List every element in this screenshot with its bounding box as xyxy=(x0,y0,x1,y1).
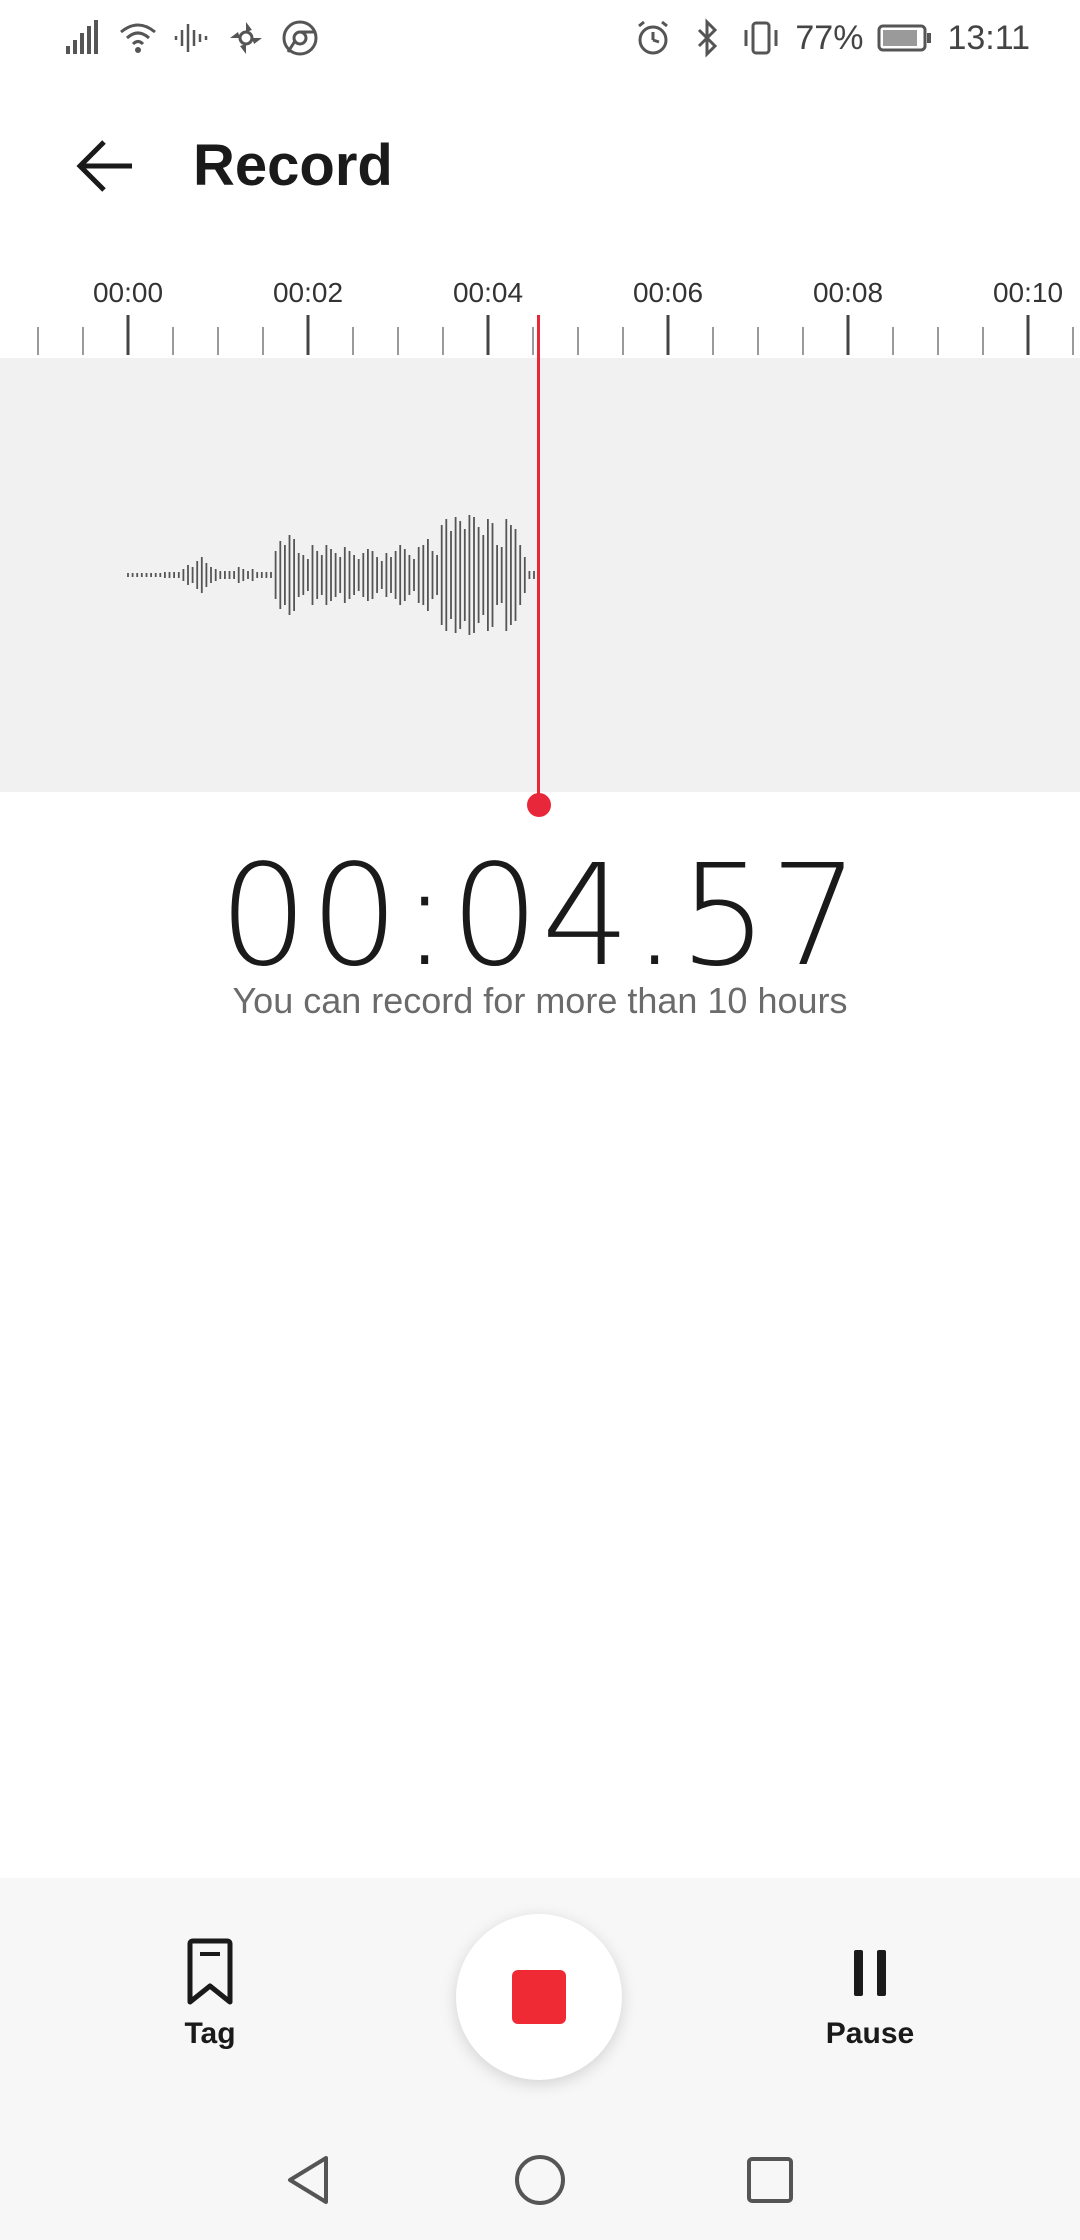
battery-icon xyxy=(877,18,933,58)
vibrate-icon xyxy=(741,18,781,58)
nav-recents-button[interactable] xyxy=(740,2150,800,2210)
fan-icon xyxy=(226,18,266,58)
stop-button[interactable] xyxy=(456,1914,622,2080)
playhead-line[interactable] xyxy=(537,315,540,805)
alarm-icon xyxy=(633,18,673,58)
waveform-area xyxy=(0,358,1080,792)
chrome-icon xyxy=(280,18,320,58)
nav-recents-icon xyxy=(740,2157,800,2214)
tag-label: Tag xyxy=(184,2017,236,2050)
status-bar: 77% 13:11 xyxy=(0,0,1080,80)
ruler-ticks xyxy=(37,315,1074,355)
recording-hint: You can record for more than 10 hours xyxy=(232,980,848,1021)
system-nav-bar xyxy=(0,2130,1080,2230)
tag-button[interactable]: Tag xyxy=(150,1938,270,2051)
page-title: Record xyxy=(193,133,393,198)
nav-home-icon xyxy=(510,2155,570,2214)
pause-button[interactable]: Pause xyxy=(810,1938,930,2051)
pause-label: Pause xyxy=(825,2017,915,2050)
back-button[interactable] xyxy=(70,130,142,202)
app-bar: Record xyxy=(0,100,1080,230)
nav-home-button[interactable] xyxy=(510,2150,570,2210)
arrow-left-icon xyxy=(70,140,142,206)
status-icons-right: 77% 13:11 xyxy=(633,18,1030,58)
wifi-icon xyxy=(118,18,158,58)
nav-back-icon xyxy=(280,2156,340,2214)
battery-percent: 77% xyxy=(795,18,864,57)
clock: 13:11 xyxy=(947,18,1030,57)
nav-back-button[interactable] xyxy=(280,2150,340,2210)
signal-icon xyxy=(64,18,104,58)
stop-icon xyxy=(512,1970,566,2024)
audio-wave-icon xyxy=(172,18,212,58)
bookmark-icon xyxy=(182,1938,238,2012)
bluetooth-icon xyxy=(687,18,727,58)
timeline-ruler: 00:00 00:02 00:04 00:06 00:08 00:10 xyxy=(0,265,1080,360)
waveform xyxy=(127,515,535,635)
status-icons-left xyxy=(64,18,320,58)
pause-icon xyxy=(842,1950,898,2012)
elapsed-timer: 00:04.57 xyxy=(218,835,862,998)
playhead-handle[interactable] xyxy=(527,793,551,817)
